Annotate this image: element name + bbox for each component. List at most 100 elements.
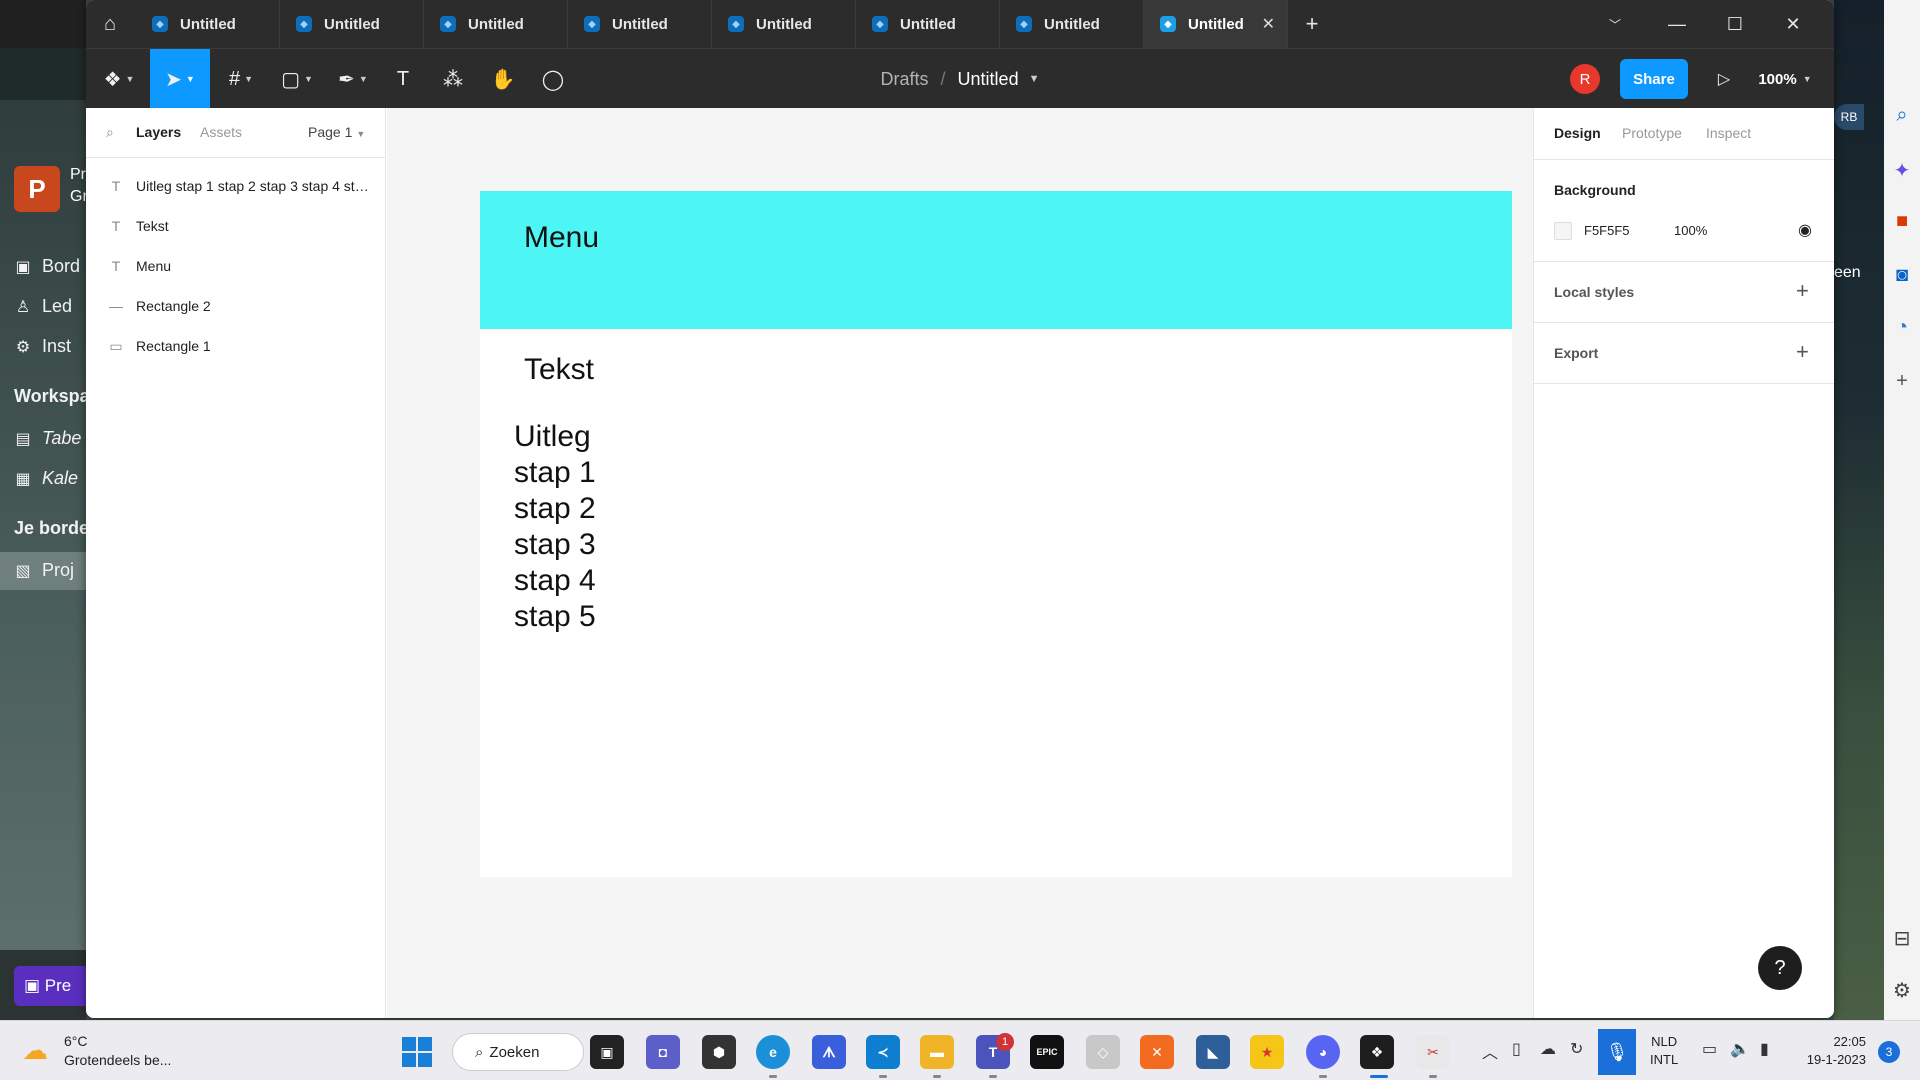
background-opacity-input[interactable]: 100%	[1674, 223, 1707, 238]
tab-untitled-active[interactable]: ◆ Untitled ✕	[1144, 0, 1288, 48]
settings-icon[interactable]: ⚙	[1884, 978, 1920, 1003]
outlook-icon[interactable]: ◙	[1884, 264, 1920, 287]
chevron-up-icon[interactable]: ︿	[1482, 1039, 1498, 1063]
xampp-icon[interactable]: ✕	[1140, 1035, 1174, 1069]
bg-account-badge[interactable]: RB	[1834, 104, 1864, 130]
usb-icon[interactable]: ▯	[1512, 1039, 1521, 1059]
layer-row[interactable]: T Uitleg stap 1 stap 2 stap 3 stap 4 stap…	[86, 166, 386, 206]
tab-untitled-4[interactable]: ◆ Untitled	[568, 0, 712, 48]
tab-untitled-6[interactable]: ◆ Untitled	[856, 0, 1000, 48]
share-button[interactable]: Share	[1620, 59, 1688, 99]
eye-icon[interactable]: ◉	[1798, 220, 1812, 240]
microphone-icon[interactable]: 🎙	[1598, 1029, 1636, 1075]
task-view-icon[interactable]: ▣	[590, 1035, 624, 1069]
taskbar-search[interactable]: ⌕ Zoeken	[452, 1033, 584, 1071]
edge-icon[interactable]: e	[756, 1035, 790, 1069]
tab-untitled-2[interactable]: ◆ Untitled	[280, 0, 424, 48]
discord-icon[interactable]: ◕	[1306, 1035, 1340, 1069]
shape-tool-button[interactable]: ▢ ▼	[272, 49, 322, 109]
main-menu-button[interactable]: ❖ ▼	[94, 49, 144, 109]
snipping-tool-icon[interactable]: ✂	[1416, 1035, 1450, 1069]
file-explorer-icon[interactable]: ▬	[920, 1035, 954, 1069]
vscode-icon[interactable]: ≺	[866, 1035, 900, 1069]
figma-icon[interactable]: ❖	[1360, 1035, 1394, 1069]
battery-icon[interactable]: ▮	[1760, 1039, 1769, 1059]
bg-sidebar-item-table[interactable]: ▤ Tabe	[14, 428, 86, 449]
add-icon[interactable]: +	[1884, 370, 1920, 393]
weather-cloud-icon[interactable]: ☁	[22, 1035, 48, 1066]
tab-prototype[interactable]: Prototype	[1622, 125, 1682, 141]
weather-temperature[interactable]: 6°C	[64, 1033, 88, 1049]
pen-tool-button[interactable]: ✒ ▼	[328, 49, 378, 109]
sidebar-toggle-icon[interactable]: ⊟	[1884, 926, 1920, 951]
layer-row[interactable]: — Rectangle 2	[86, 286, 386, 326]
layer-row[interactable]: T Tekst	[86, 206, 386, 246]
background-app-badge[interactable]: P	[14, 166, 60, 212]
tab-design[interactable]: Design	[1554, 125, 1601, 141]
bg-sidebar-item-settings[interactable]: ⚙ Inst	[14, 336, 86, 357]
bg-sidebar-item-boards[interactable]: ▣ Bord	[14, 256, 86, 277]
design-frame[interactable]: Menu Tekst Uitleg stap 1 stap 2 stap 3 s…	[480, 191, 1512, 877]
hand-tool-button[interactable]: ✋	[478, 49, 528, 109]
layer-row[interactable]: ▭ Rectangle 1	[86, 326, 386, 366]
teams-chat-icon[interactable]: ◘	[646, 1035, 680, 1069]
display-icon[interactable]: ▭	[1702, 1039, 1717, 1059]
move-tool-button[interactable]: ➤ ▼	[150, 49, 210, 109]
star-app-icon[interactable]: ★	[1250, 1035, 1284, 1069]
language-indicator[interactable]: NLD INTL	[1650, 1033, 1678, 1069]
tab-inspect[interactable]: Inspect	[1706, 125, 1751, 141]
home-button[interactable]: ⌂	[86, 0, 134, 48]
tab-untitled-1[interactable]: ◆ Untitled	[136, 0, 280, 48]
app-icon[interactable]: ◣	[1196, 1035, 1230, 1069]
minimize-button[interactable]: —	[1648, 0, 1706, 48]
search-icon[interactable]: ⌕	[106, 124, 114, 141]
bg-board-item[interactable]: ▧ Proj	[14, 560, 86, 581]
frame-tool-button[interactable]: # ▼	[216, 49, 266, 109]
background-color-swatch[interactable]	[1554, 222, 1572, 240]
close-window-button[interactable]: ✕	[1764, 0, 1822, 48]
layer-row[interactable]: T Menu	[86, 246, 386, 286]
app-icon[interactable]: ᗑ	[812, 1035, 846, 1069]
tab-assets[interactable]: Assets	[200, 124, 242, 140]
breadcrumb-drafts[interactable]: Drafts	[881, 69, 929, 90]
comment-tool-button[interactable]: ◯	[528, 49, 578, 109]
page-selector[interactable]: Page 1 ▼	[308, 124, 365, 140]
onedrive-icon[interactable]: ☁	[1540, 1039, 1556, 1059]
new-tab-button[interactable]: +	[1292, 0, 1332, 48]
app-icon[interactable]: ◇	[1086, 1035, 1120, 1069]
file-name[interactable]: Untitled	[958, 69, 1019, 90]
clock[interactable]: 22:05 19-1-2023	[1800, 1033, 1866, 1069]
copilot-icon[interactable]: ✦	[1884, 158, 1920, 183]
text-tool-button[interactable]: T	[378, 49, 428, 109]
resources-button[interactable]: ⁂	[428, 49, 478, 109]
close-tab-icon[interactable]: ✕	[1262, 14, 1275, 34]
start-button[interactable]	[402, 1037, 432, 1067]
tab-list-button[interactable]: ﹀	[1586, 0, 1644, 48]
tab-layers[interactable]: Layers	[136, 124, 181, 140]
rectangle-menu-bar[interactable]	[480, 191, 1512, 329]
search-icon[interactable]: ⌕	[1884, 104, 1920, 127]
volume-icon[interactable]: 🔈	[1730, 1039, 1750, 1059]
bg-sidebar-item-calendar[interactable]: ▦ Kale	[14, 468, 86, 489]
tab-untitled-7[interactable]: ◆ Untitled	[1000, 0, 1144, 48]
games-icon[interactable]: ◔	[1884, 316, 1920, 339]
tab-untitled-3[interactable]: ◆ Untitled	[424, 0, 568, 48]
bg-sidebar-item-members[interactable]: ♙ Led	[14, 296, 86, 317]
app-cube-icon[interactable]: ⬢	[702, 1035, 736, 1069]
background-hex-input[interactable]: F5F5F5	[1584, 223, 1630, 238]
chevron-down-icon[interactable]: ▼	[1029, 73, 1040, 85]
sync-icon[interactable]: ↻	[1570, 1039, 1583, 1059]
menu-text-layer[interactable]: Menu	[524, 221, 599, 255]
tekst-text-layer[interactable]: Tekst	[524, 353, 594, 387]
weather-description[interactable]: Grotendeels be...	[64, 1052, 171, 1068]
zoom-dropdown[interactable]: 100% ▼	[1750, 49, 1820, 109]
uitleg-text-layer[interactable]: Uitleg stap 1 stap 2 stap 3 stap 4 stap …	[514, 419, 596, 635]
help-button[interactable]: ?	[1758, 946, 1802, 990]
avatar[interactable]: R	[1570, 64, 1600, 94]
office-icon[interactable]: ■	[1884, 210, 1920, 233]
notification-badge[interactable]: 3	[1878, 1041, 1900, 1063]
canvas[interactable]: Menu Tekst Uitleg stap 1 stap 2 stap 3 s…	[387, 108, 1533, 1018]
bg-premium-button[interactable]: ▣ Pre	[14, 966, 86, 1006]
tab-untitled-5[interactable]: ◆ Untitled	[712, 0, 856, 48]
add-export-plus-icon[interactable]: +	[1796, 339, 1809, 365]
